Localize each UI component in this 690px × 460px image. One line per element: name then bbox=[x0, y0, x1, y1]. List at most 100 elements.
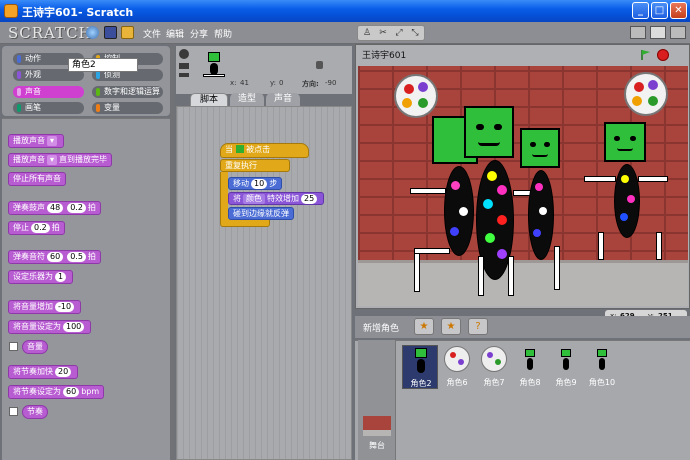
move-steps-block[interactable]: 移动 10 步 bbox=[228, 177, 283, 190]
tempo-input[interactable]: 60 bbox=[63, 387, 80, 397]
language-globe-icon[interactable] bbox=[86, 26, 99, 39]
close-button[interactable]: ✕ bbox=[670, 2, 687, 19]
rest-beats-input[interactable]: 0.2 bbox=[31, 223, 50, 233]
choose-sprite-file-icon[interactable]: ★ bbox=[441, 318, 461, 335]
robot-arm bbox=[638, 176, 668, 182]
sprite-name-input[interactable]: 角色2 bbox=[68, 58, 138, 72]
tempo-monitor-checkbox[interactable] bbox=[9, 407, 18, 416]
stage-thumbnail-image bbox=[363, 416, 391, 436]
menu-edit[interactable]: 编辑 bbox=[166, 27, 184, 40]
robot-leg bbox=[414, 248, 420, 292]
sprite-thumb-6[interactable]: 角色6 bbox=[439, 345, 475, 389]
robot-leg bbox=[478, 256, 484, 296]
category-variables[interactable]: 变量 bbox=[92, 102, 163, 114]
effect-dropdown[interactable]: 颜色 bbox=[243, 194, 265, 204]
sprite-thumb-7[interactable]: 角色7 bbox=[476, 345, 512, 389]
save-disk-icon[interactable] bbox=[104, 26, 117, 39]
effect-value-input[interactable]: 25 bbox=[301, 194, 318, 204]
move-steps-input[interactable]: 10 bbox=[251, 179, 268, 189]
new-sprite-label: 新增角色 bbox=[363, 324, 400, 334]
volume-change-input[interactable]: -10 bbox=[55, 302, 75, 312]
forever-block-arm bbox=[220, 172, 228, 220]
presentation-mode-icon[interactable] bbox=[670, 26, 686, 39]
when-flag-clicked-block[interactable]: 当 被点击 bbox=[220, 143, 309, 158]
forever-block[interactable]: 重复执行 bbox=[220, 159, 290, 172]
note-input[interactable]: 60 bbox=[47, 252, 64, 262]
block-stop-all-sounds[interactable]: 停止所有声音 bbox=[8, 172, 66, 186]
minimize-button[interactable]: _ bbox=[632, 2, 649, 19]
green-flag-button[interactable] bbox=[640, 49, 652, 61]
block-change-volume[interactable]: 将音量增加 -10 bbox=[8, 300, 82, 314]
block-set-tempo[interactable]: 将节奏设定为 60 bpm bbox=[8, 385, 105, 399]
robot-head-center bbox=[464, 106, 514, 158]
block-play-sound-until-done[interactable]: 播放声音 ▾ 直到播放完毕 bbox=[8, 153, 113, 167]
green-flag-icon bbox=[235, 145, 244, 153]
reporter-volume[interactable]: 音量 bbox=[22, 340, 48, 354]
sprite-thumb-9[interactable]: 角色9 bbox=[548, 345, 584, 389]
change-effect-block[interactable]: 将颜色 特效增加 25 bbox=[228, 192, 325, 205]
stage-canvas[interactable] bbox=[358, 66, 688, 306]
small-stage-view-icon[interactable] bbox=[630, 26, 646, 39]
menu-help[interactable]: 帮助 bbox=[214, 27, 232, 40]
sprite-y-label: y: bbox=[270, 79, 276, 87]
normal-stage-view-icon[interactable] bbox=[650, 26, 666, 39]
volume-monitor-checkbox[interactable] bbox=[9, 342, 18, 351]
menu-file[interactable]: 文件 bbox=[143, 27, 161, 40]
tab-scripts[interactable]: 脚本 bbox=[190, 93, 228, 106]
shrink-arrows-icon[interactable]: ⤡ bbox=[408, 27, 422, 39]
script-area[interactable]: 当 被点击 重复执行 移动 10 步 将颜色 特效增加 25 碰到边缘就反弹 bbox=[176, 106, 352, 460]
maximize-button[interactable]: □ bbox=[651, 2, 668, 19]
reporter-tempo[interactable]: 节奏 bbox=[22, 405, 48, 419]
bounce-on-edge-block[interactable]: 碰到边缘就反弹 bbox=[228, 207, 294, 220]
sprite-disc-7[interactable] bbox=[624, 72, 668, 116]
direction-value: -90 bbox=[325, 79, 337, 87]
block-rest[interactable]: 停止 0.2 拍 bbox=[8, 221, 65, 235]
robot-leg bbox=[508, 256, 514, 296]
no-rotate-icon[interactable] bbox=[179, 73, 189, 77]
category-sound[interactable]: 声音 bbox=[13, 86, 84, 98]
random-sprite-icon[interactable]: ? bbox=[468, 318, 488, 335]
robot-arm bbox=[584, 176, 616, 182]
sprite-x-label: x: bbox=[230, 79, 237, 87]
duplicate-stamp-icon[interactable]: ♙ bbox=[360, 27, 374, 39]
block-set-instrument[interactable]: 设定乐器为 1 bbox=[8, 270, 74, 284]
block-play-sound[interactable]: 播放声音 ▾ bbox=[8, 134, 65, 148]
tab-costumes[interactable]: 造型 bbox=[230, 93, 264, 106]
drum-input[interactable]: 48 bbox=[47, 203, 64, 213]
sprite-thumbnail bbox=[201, 52, 227, 84]
tab-sounds[interactable]: 声音 bbox=[266, 93, 300, 106]
tempo-change-input[interactable]: 20 bbox=[55, 367, 72, 377]
stop-button[interactable] bbox=[657, 49, 669, 61]
block-play-drum[interactable]: 弹奏鼓声 48 0.2 拍 bbox=[8, 201, 101, 215]
block-set-volume[interactable]: 将音量设定为 100 bbox=[8, 320, 92, 334]
category-operators[interactable]: 数字和逻辑运算 bbox=[92, 86, 163, 98]
volume-input[interactable]: 100 bbox=[63, 322, 85, 332]
drum-beats-input[interactable]: 0.2 bbox=[67, 203, 86, 213]
grow-arrows-icon[interactable]: ⤢ bbox=[392, 27, 406, 39]
scratch-app-icon bbox=[4, 4, 18, 18]
flip-style-icon[interactable] bbox=[179, 63, 189, 69]
block-play-note[interactable]: 弹奏音符 60 0.5 拍 bbox=[8, 250, 101, 264]
rotation-style-icon[interactable] bbox=[179, 49, 189, 59]
stage-thumbnail[interactable]: 舞台 bbox=[358, 340, 396, 460]
instrument-input[interactable]: 1 bbox=[55, 272, 67, 282]
sound-dropdown[interactable]: ▾ bbox=[47, 136, 58, 146]
note-beats-input[interactable]: 0.5 bbox=[67, 252, 86, 262]
delete-scissors-icon[interactable]: ✂ bbox=[376, 27, 390, 39]
share-folder-icon[interactable] bbox=[121, 26, 134, 39]
scratch-top-bar: SCRATCH 文件 编辑 分享 帮助 ♙ ✂ ⤢ ⤡ bbox=[0, 22, 690, 44]
lock-icon[interactable] bbox=[316, 61, 323, 69]
category-pen[interactable]: 画笔 bbox=[13, 102, 84, 114]
window-title-bar: 王诗宇601- Scratch _ □ ✕ bbox=[0, 0, 690, 22]
sprite-disc-6[interactable] bbox=[394, 74, 438, 118]
robot-body bbox=[444, 166, 474, 256]
sprite-thumb-2[interactable]: 角色2 bbox=[402, 345, 438, 389]
paint-new-sprite-icon[interactable]: ★ bbox=[414, 318, 434, 335]
sprite-thumb-10[interactable]: 角色10 bbox=[584, 345, 620, 389]
sound-dropdown[interactable]: ▾ bbox=[47, 155, 58, 165]
sprite-thumb-8[interactable]: 角色8 bbox=[512, 345, 548, 389]
robot-body-3 bbox=[528, 170, 554, 260]
menu-share[interactable]: 分享 bbox=[190, 27, 208, 40]
block-palette: 播放声音 ▾ 播放声音 ▾ 直到播放完毕 停止所有声音 弹奏鼓声 48 0.2 拍 停止 0.… bbox=[2, 118, 170, 460]
block-change-tempo[interactable]: 将节奏加快 20 bbox=[8, 365, 79, 379]
